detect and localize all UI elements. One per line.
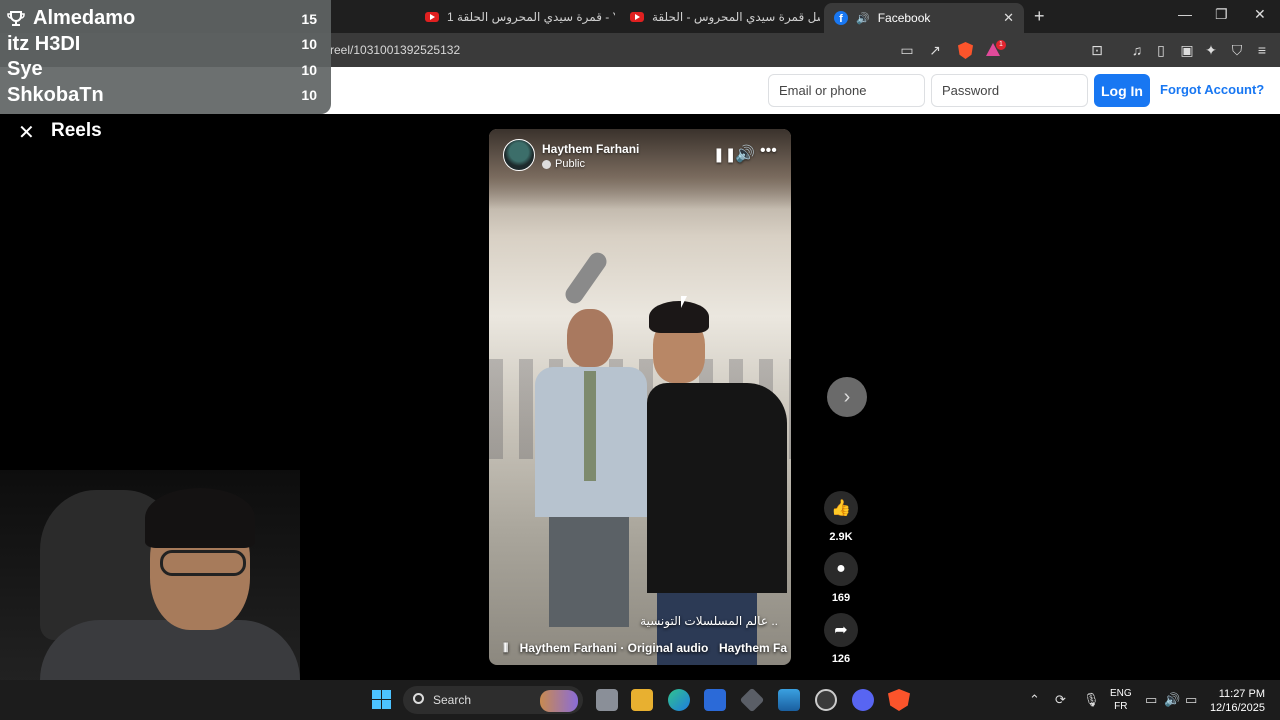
task-view-icon[interactable] <box>596 689 618 711</box>
comment-button[interactable]: ● 169 <box>822 552 860 604</box>
windows-start-icon[interactable] <box>372 690 391 709</box>
restore-icon[interactable]: ❐ <box>1215 6 1228 23</box>
trophy-icon <box>7 10 25 26</box>
notification-badge: 1 <box>996 40 1006 50</box>
widgets-icon[interactable] <box>540 690 578 712</box>
comment-icon: ● <box>824 552 858 586</box>
edge-icon[interactable] <box>668 689 690 711</box>
new-tab-button[interactable]: + <box>1034 6 1045 27</box>
player-name: itz H3DI <box>7 32 81 55</box>
youtube-icon <box>630 12 644 22</box>
file-explorer-icon[interactable] <box>631 689 653 711</box>
audio-wave-icon: ⦀ <box>503 641 509 655</box>
menu-icon[interactable]: ≡ <box>1254 42 1270 58</box>
wallet-icon[interactable]: ▣ <box>1179 42 1195 58</box>
language-indicator[interactable]: ENG FR <box>1110 687 1132 713</box>
battery-icon[interactable]: ▭ <box>1185 692 1197 708</box>
share-button[interactable]: ➦ 126 <box>822 613 860 665</box>
video-background <box>489 129 791 209</box>
leaderboard-row: Sye 10 <box>7 57 324 83</box>
lang-primary: ENG <box>1110 688 1132 699</box>
microphone-icon[interactable]: 🎙 <box>1083 692 1100 708</box>
player-name: Almedamo <box>33 7 136 30</box>
player-score: 15 <box>301 10 317 27</box>
mouse-cursor <box>681 296 687 308</box>
screen: قمرة سيدي المحروس الحلقة 1 - YouTube مسل… <box>0 0 1280 720</box>
chevron-up-icon[interactable]: ⌃ <box>1029 692 1040 708</box>
tab-label: مسلسل قمرة سيدي المحروس - الحلقة <box>652 10 820 24</box>
cast-icon[interactable]: ▭ <box>899 42 915 58</box>
more-options-icon[interactable]: ••• <box>760 142 777 160</box>
like-button[interactable]: 👍 2.9K <box>822 491 860 543</box>
webcam-overlay <box>0 470 300 685</box>
next-reel-button[interactable]: › <box>827 377 867 417</box>
chevron-right-icon: › <box>843 385 851 408</box>
close-tab-icon[interactable]: ✕ <box>1003 10 1014 26</box>
player-name: Sye <box>7 58 43 81</box>
sync-icon[interactable]: ⟳ <box>1055 692 1066 708</box>
reel-author[interactable]: Haythem Farhani <box>542 142 639 156</box>
discord-icon[interactable] <box>852 689 874 711</box>
audio-label: Haythem Farhani · Original audio <box>519 641 709 655</box>
tab-label: قمرة سيدي المحروس الحلقة 1 - YouTube <box>447 10 615 24</box>
clock-date: 12/16/2025 <box>1209 702 1265 714</box>
vpn-icon[interactable]: ⛉ <box>1229 42 1245 58</box>
share-arrow-icon: ➦ <box>824 613 858 647</box>
youtube-icon <box>425 12 439 22</box>
close-icon[interactable]: ✕ <box>18 120 35 145</box>
share-icon[interactable]: ↗ <box>927 42 943 58</box>
player-name: ShkobaTn <box>7 83 104 106</box>
player-score: 10 <box>301 61 317 78</box>
leaderboard-row: ShkobaTn 10 <box>7 83 324 109</box>
thumbs-up-icon: 👍 <box>824 491 858 525</box>
reel-video[interactable] <box>489 129 791 665</box>
like-count: 2.9K <box>829 531 853 543</box>
password-field[interactable]: Password <box>931 74 1088 107</box>
search-icon <box>413 693 424 704</box>
tab-youtube-series[interactable]: مسلسل قمرة سيدي المحروس - الحلقة <box>620 4 820 30</box>
email-field[interactable]: Email or phone <box>768 74 925 107</box>
tab-facebook[interactable]: f 🔊 Facebook ✕ <box>824 3 1024 33</box>
photos-icon[interactable] <box>778 689 800 711</box>
facebook-icon: f <box>834 11 848 25</box>
tab-label: Facebook <box>877 11 931 25</box>
person-right <box>647 301 787 665</box>
login-button[interactable]: Log In <box>1094 74 1150 107</box>
share-count: 126 <box>831 653 851 665</box>
leo-ai-icon[interactable]: ✦ <box>1203 42 1219 58</box>
network-icon[interactable]: ▭ <box>1145 692 1157 708</box>
clock-time: 11:27 PM <box>1218 688 1265 700</box>
volume-tray-icon[interactable]: 🔊 <box>1164 692 1180 708</box>
volume-icon[interactable]: 🔊 <box>735 144 755 164</box>
tab-youtube-episode[interactable]: قمرة سيدي المحروس الحلقة 1 - YouTube <box>415 4 615 30</box>
reel-caption: عالم المسلسلات التونسية .. <box>640 614 778 628</box>
forgot-account-link[interactable]: Forgot Account? <box>1160 82 1264 97</box>
lang-secondary: FR <box>1114 701 1128 712</box>
avatar[interactable] <box>503 139 535 171</box>
system-clock[interactable]: 11:27 PM 12/16/2025 <box>1207 687 1265 715</box>
player-score: 10 <box>301 36 317 53</box>
audio-author: Haythem Fa <box>719 641 788 655</box>
pause-icon[interactable]: ❚❚ <box>713 146 736 163</box>
visibility-text: Public <box>555 158 585 170</box>
screenshot-icon[interactable]: ⊡ <box>1089 42 1105 58</box>
person-left <box>529 309 649 639</box>
sidebar-icon[interactable]: ▯ <box>1153 42 1169 58</box>
store-icon[interactable] <box>704 689 726 711</box>
media-icon[interactable]: ♫ <box>1129 42 1145 58</box>
close-window-icon[interactable]: ✕ <box>1254 6 1266 23</box>
leaderboard-overlay: Almedamo 15 itz H3DI 10 Sye 10 ShkobaTn … <box>0 0 331 114</box>
chrome-icon[interactable] <box>815 689 837 711</box>
globe-icon <box>542 159 551 169</box>
leaderboard-row: Almedamo 15 <box>7 6 324 32</box>
comment-count: 169 <box>831 592 851 604</box>
minimize-icon[interactable]: — <box>1178 6 1192 22</box>
url-field[interactable]: reel/1031001392525132 <box>330 43 460 57</box>
boom-microphone <box>561 249 611 307</box>
speaker-icon: 🔊 <box>856 12 870 25</box>
visibility-label: Public <box>542 158 585 170</box>
player-score: 10 <box>301 87 317 104</box>
page-title: Reels <box>51 120 102 141</box>
leaderboard-row: itz H3DI 10 <box>7 32 324 58</box>
